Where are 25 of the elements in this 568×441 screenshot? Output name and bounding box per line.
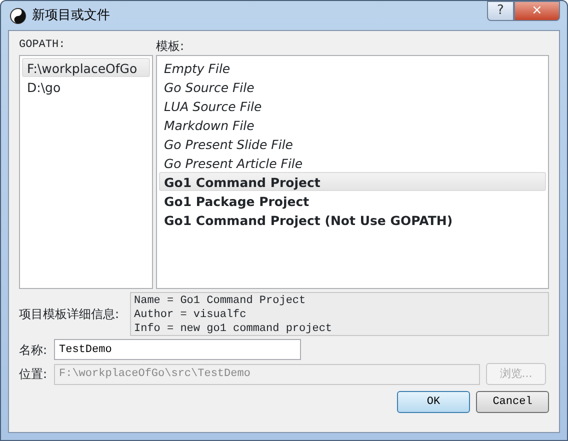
gopath-item[interactable]: D:\go	[22, 77, 150, 96]
template-item[interactable]: Empty File	[159, 58, 546, 77]
location-label: 位置:	[19, 366, 48, 383]
cancel-button[interactable]: Cancel	[476, 391, 549, 413]
template-item[interactable]: Go1 Command Project	[159, 172, 546, 191]
gopath-item[interactable]: F:\workplaceOfGo	[22, 58, 150, 77]
app-icon	[10, 8, 26, 24]
template-item[interactable]: Go Present Slide File	[159, 134, 546, 153]
details-line: Author = visualfc	[134, 308, 248, 322]
details-line: Info = new go1 command project	[134, 322, 334, 336]
details-label: 项目模板详细信息:	[19, 306, 120, 323]
template-item[interactable]: Go Present Article File	[159, 153, 546, 172]
template-item[interactable]: Markdown File	[159, 115, 546, 134]
ok-button[interactable]: OK	[397, 391, 470, 413]
details-line: Name = Go1 Command Project	[134, 294, 307, 308]
name-label: 名称:	[19, 342, 48, 358]
help-button[interactable]: ?	[487, 1, 514, 21]
templates-label: 模板:	[156, 38, 186, 55]
template-item[interactable]: LUA Source File	[159, 96, 546, 115]
template-item[interactable]: Go Source File	[159, 77, 546, 96]
gopath-label: GOPATH:	[19, 38, 66, 53]
window-title: 新项目或文件	[32, 6, 110, 25]
template-item[interactable]: Go1 Command Project (Not Use GOPATH)	[159, 210, 546, 229]
name-field[interactable]: TestDemo	[54, 339, 301, 360]
template-item[interactable]: Go1 Package Project	[159, 191, 546, 210]
